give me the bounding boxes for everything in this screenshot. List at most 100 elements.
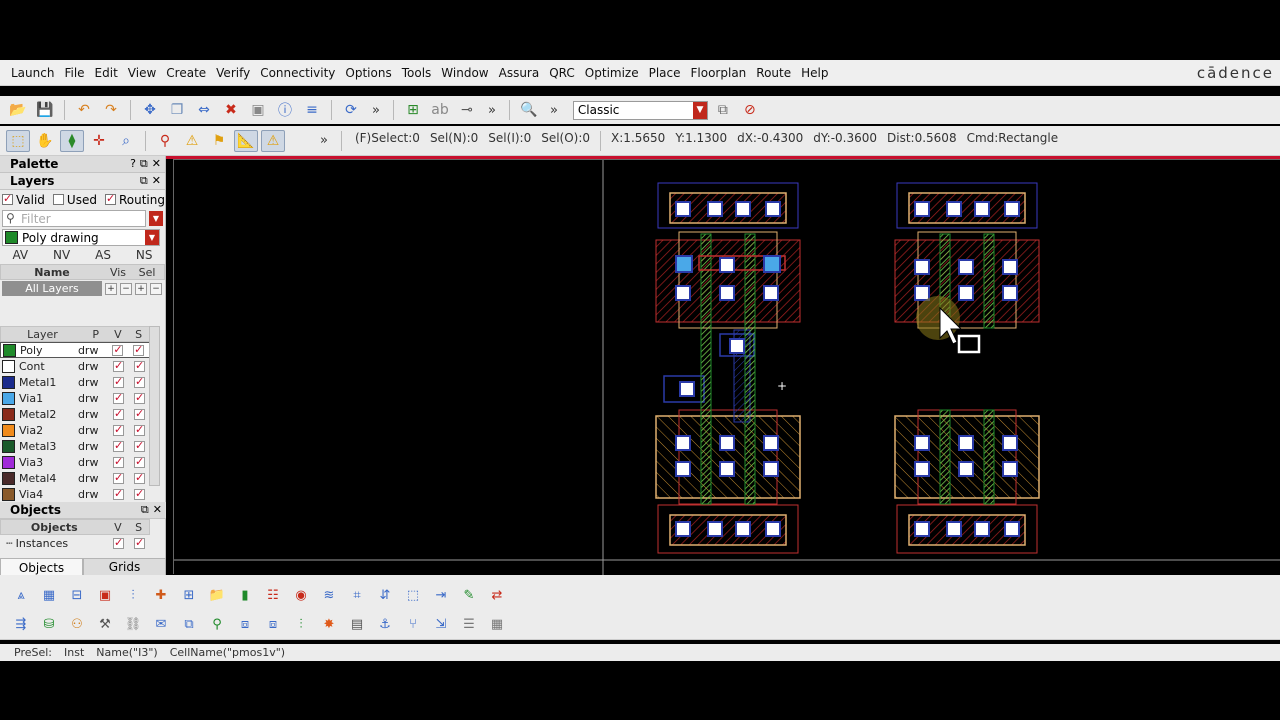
warning-icon[interactable]: ⚠ bbox=[180, 130, 204, 152]
zoom-select-icon[interactable]: ⌕ bbox=[114, 130, 138, 152]
menu-file[interactable]: File bbox=[59, 66, 89, 80]
swap-icon[interactable]: ⇄ bbox=[486, 584, 508, 606]
select-pointer-icon[interactable]: ⬚ bbox=[6, 129, 30, 152]
hand-icon[interactable]: ✋ bbox=[33, 130, 57, 152]
float-icon[interactable]: ⧉ bbox=[140, 174, 148, 188]
route-icon[interactable]: ⬚ bbox=[402, 584, 424, 606]
stack-icon[interactable]: ⧉ bbox=[178, 614, 200, 636]
menu-launch[interactable]: Launch bbox=[6, 66, 59, 80]
current-layer-select[interactable]: Poly drawing ▼ bbox=[2, 229, 160, 246]
layer-selectable-checkbox[interactable] bbox=[129, 471, 150, 484]
float-icon[interactable]: ⧉ bbox=[141, 503, 149, 517]
pin-icon[interactable]: ⊸ bbox=[455, 99, 479, 121]
toolbar-more-button[interactable]: » bbox=[314, 133, 334, 148]
spark-icon[interactable]: ✸ bbox=[318, 614, 340, 636]
chevron-down-icon[interactable]: ▼ bbox=[149, 211, 163, 226]
chip-icon[interactable]: ▣ bbox=[94, 584, 116, 606]
link-icon[interactable]: ⛓ bbox=[122, 614, 144, 636]
flip-icon[interactable]: ⇵ bbox=[374, 584, 396, 606]
copy-icon[interactable]: ❐ bbox=[165, 99, 189, 121]
enter-icon[interactable]: ⇥ bbox=[430, 584, 452, 606]
person-icon[interactable]: ⚇ bbox=[66, 614, 88, 636]
layer-visible-checkbox[interactable] bbox=[108, 455, 129, 468]
pin-drop-icon[interactable]: ⚲ bbox=[206, 614, 228, 636]
globe-icon[interactable]: ◉ bbox=[290, 584, 312, 606]
objects-row-instances[interactable]: ┄ Instances bbox=[0, 535, 150, 551]
menu-route[interactable]: Route bbox=[751, 66, 796, 80]
layer-row[interactable]: Via4 drw bbox=[0, 486, 150, 502]
mail-icon[interactable]: ✉ bbox=[150, 614, 172, 636]
valid-checkbox[interactable]: Valid bbox=[2, 192, 45, 207]
delete-workspace-icon[interactable]: ⊘ bbox=[738, 99, 762, 121]
edit-note-icon[interactable]: ✎ bbox=[458, 584, 480, 606]
layer-filter-input[interactable]: ⚲ Filter ▼ bbox=[2, 210, 163, 227]
info-icon[interactable]: ⓘ bbox=[273, 99, 297, 121]
tab-grids[interactable]: Grids bbox=[83, 558, 166, 576]
export-icon[interactable]: ⇲ bbox=[430, 614, 452, 636]
layer-visible-checkbox[interactable] bbox=[108, 471, 129, 484]
folder-block-icon[interactable]: 📁 bbox=[206, 584, 228, 606]
layer-selectable-checkbox[interactable] bbox=[129, 439, 150, 452]
spell-check-icon[interactable]: ab bbox=[428, 99, 452, 121]
workspace-select[interactable]: Classic ▼ bbox=[572, 100, 708, 120]
layer-list-scrollbar[interactable] bbox=[149, 326, 160, 486]
none-selectable-button[interactable]: NS bbox=[136, 248, 153, 262]
bar-chart-icon[interactable]: ▮ bbox=[234, 584, 256, 606]
menu-help[interactable]: Help bbox=[796, 66, 833, 80]
layer-visible-checkbox[interactable] bbox=[108, 359, 129, 372]
plus-icon[interactable]: + bbox=[105, 282, 117, 295]
menu-assura[interactable]: Assura bbox=[494, 66, 545, 80]
layer-visible-checkbox[interactable] bbox=[108, 343, 129, 356]
clear-markers-icon[interactable]: ⚠ bbox=[261, 129, 285, 152]
layer-row[interactable]: Via2 drw bbox=[0, 422, 150, 438]
branch-icon[interactable]: ⑂ bbox=[402, 614, 424, 636]
toolbar-more-button[interactable]: » bbox=[544, 103, 564, 118]
menu-view[interactable]: View bbox=[123, 66, 161, 80]
ladder-icon[interactable]: ☷ bbox=[262, 584, 284, 606]
menu-options[interactable]: Options bbox=[340, 66, 396, 80]
layer-selectable-checkbox[interactable] bbox=[129, 391, 150, 404]
layer-row[interactable]: Metal2 drw bbox=[0, 406, 150, 422]
layer-visible-checkbox[interactable] bbox=[108, 439, 129, 452]
used-checkbox[interactable]: Used bbox=[52, 193, 97, 207]
toolbar-more-button[interactable]: » bbox=[366, 103, 386, 118]
move-icon[interactable]: ✥ bbox=[138, 99, 162, 121]
undo-icon[interactable]: ↶ bbox=[72, 99, 96, 121]
cell-icon[interactable]: ▦ bbox=[38, 584, 60, 606]
search-icon[interactable]: 🔍 bbox=[517, 99, 541, 121]
menu-window[interactable]: Window bbox=[436, 66, 493, 80]
save-icon[interactable]: 💾 bbox=[33, 99, 57, 121]
layer-row[interactable]: Metal1 drw bbox=[0, 374, 150, 390]
toolbar-more-button[interactable]: » bbox=[482, 103, 502, 118]
menu-place[interactable]: Place bbox=[644, 66, 686, 80]
layer-selectable-checkbox[interactable] bbox=[128, 343, 149, 356]
menu-floorplan[interactable]: Floorplan bbox=[686, 66, 752, 80]
layer-selectable-checkbox[interactable] bbox=[129, 407, 150, 420]
route-tree-icon[interactable]: ⫶ bbox=[290, 614, 312, 636]
wrench-icon[interactable]: ⚒ bbox=[94, 614, 116, 636]
close-icon[interactable]: ✕ bbox=[152, 174, 161, 188]
float-icon[interactable]: ⧉ bbox=[140, 157, 148, 171]
open-folder-icon[interactable]: 📂 bbox=[6, 99, 30, 121]
routing-checkbox[interactable]: Routing bbox=[104, 192, 165, 207]
menu-optimize[interactable]: Optimize bbox=[580, 66, 644, 80]
help-icon[interactable]: ? bbox=[130, 157, 136, 171]
bus-icon[interactable]: ⊟ bbox=[66, 584, 88, 606]
align-icon[interactable]: ≡ bbox=[300, 99, 324, 121]
layer-selectable-checkbox[interactable] bbox=[129, 359, 150, 372]
menu-connectivity[interactable]: Connectivity bbox=[255, 66, 340, 80]
layer-visible-checkbox[interactable] bbox=[108, 487, 129, 500]
wave-icon[interactable]: ≋ bbox=[318, 584, 340, 606]
crosshair-icon[interactable]: ✛ bbox=[87, 130, 111, 152]
layer-visible-checkbox[interactable] bbox=[108, 375, 129, 388]
instances-visible-checkbox[interactable] bbox=[108, 536, 129, 549]
copy-block-icon[interactable]: ⧈ bbox=[234, 614, 256, 636]
stretch-icon[interactable]: ⇔ bbox=[192, 99, 216, 121]
layout-canvas[interactable]: + bbox=[173, 159, 1280, 575]
hierarchy-icon[interactable]: ⩓ bbox=[10, 584, 32, 606]
menu-edit[interactable]: Edit bbox=[90, 66, 123, 80]
grid-icon[interactable]: ⊞ bbox=[178, 584, 200, 606]
layer-visible-checkbox[interactable] bbox=[108, 391, 129, 404]
redo-icon[interactable]: ↷ bbox=[99, 99, 123, 121]
tab-objects[interactable]: Objects bbox=[0, 558, 83, 576]
